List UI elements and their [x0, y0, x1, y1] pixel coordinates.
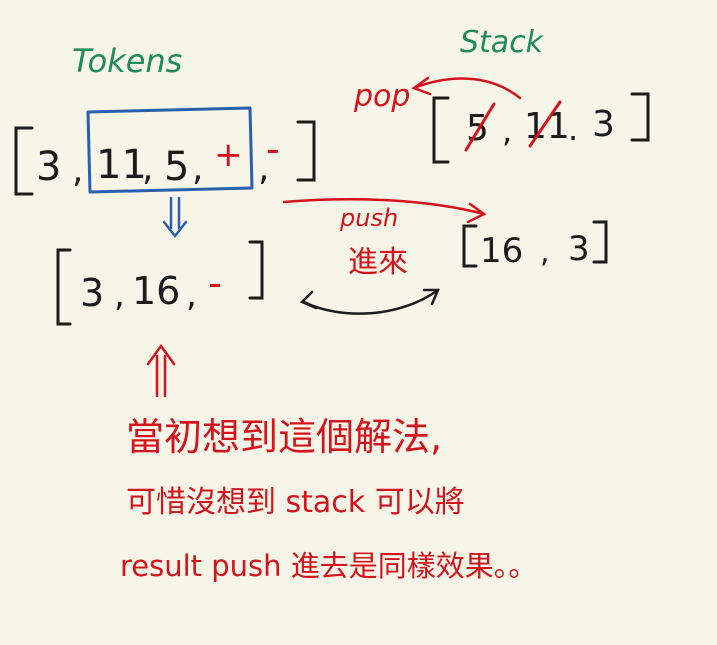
- stack-after-right-bracket: [592, 220, 608, 264]
- double-down-arrow-icon: [162, 196, 188, 239]
- stack-item: 11: [524, 106, 570, 147]
- token-comma: ,: [186, 275, 197, 315]
- token-operator-minus: -: [208, 261, 222, 305]
- stack-after-array: 16 , 3: [462, 220, 608, 271]
- token-comma: ,: [72, 150, 83, 191]
- tokens-after-array: 3 , 16 , -: [56, 240, 264, 326]
- token-item: 16: [132, 269, 180, 313]
- pop-label: pop: [353, 79, 410, 114]
- token-comma: ,: [114, 275, 125, 315]
- token-item: 11: [96, 142, 147, 188]
- tokens-before-array: 3 , 11 , 5 , + , -: [14, 106, 316, 196]
- stack-comma: ,: [540, 235, 550, 270]
- token-item: 3: [80, 271, 104, 315]
- note-line-2: 可惜沒想到 stack 可以將: [126, 485, 465, 520]
- diagram-canvas: Tokens Stack 3 , 11 , 5 , + , - 3 , 16 ,…: [14, 25, 650, 583]
- stack-comma: .: [568, 110, 578, 148]
- tokens-before-left-bracket: [14, 126, 34, 196]
- token-item: 3: [36, 144, 61, 190]
- token-operator-plus: +: [214, 135, 243, 175]
- double-up-arrow-icon: [146, 343, 176, 398]
- stack-item: 16: [480, 231, 523, 271]
- stack-before-left-bracket: [432, 96, 450, 164]
- stack-before-right-bracket: [630, 92, 650, 142]
- double-headed-arrow-icon: [299, 288, 440, 315]
- note-line-1: 當初想到這個解法,: [126, 415, 442, 459]
- stack-comma: ,: [502, 112, 512, 150]
- token-item: 5: [164, 144, 189, 190]
- note-line-3: result push 進去是同樣效果。。: [120, 549, 537, 583]
- tokens-before-right-bracket: [296, 120, 316, 182]
- stack-item: 3: [592, 104, 615, 145]
- stack-heading: Stack: [460, 25, 545, 60]
- token-comma: ,: [192, 148, 203, 189]
- token-operator-minus: -: [266, 127, 280, 171]
- stack-after-left-bracket: [462, 224, 478, 268]
- tokens-after-right-bracket: [248, 240, 264, 300]
- stack-item: 3: [568, 229, 590, 269]
- push-cn-label: 進來: [348, 245, 408, 280]
- tokens-after-left-bracket: [56, 248, 72, 326]
- token-comma: ,: [142, 148, 153, 189]
- stack-before-array: 5 , 11 . 3: [432, 92, 650, 164]
- pop-arrow-icon: [411, 76, 522, 100]
- handwritten-note: 當初想到這個解法, 可惜沒想到 stack 可以將 result push 進去…: [120, 415, 537, 583]
- tokens-heading: Tokens: [72, 42, 182, 80]
- push-label: push: [339, 204, 398, 232]
